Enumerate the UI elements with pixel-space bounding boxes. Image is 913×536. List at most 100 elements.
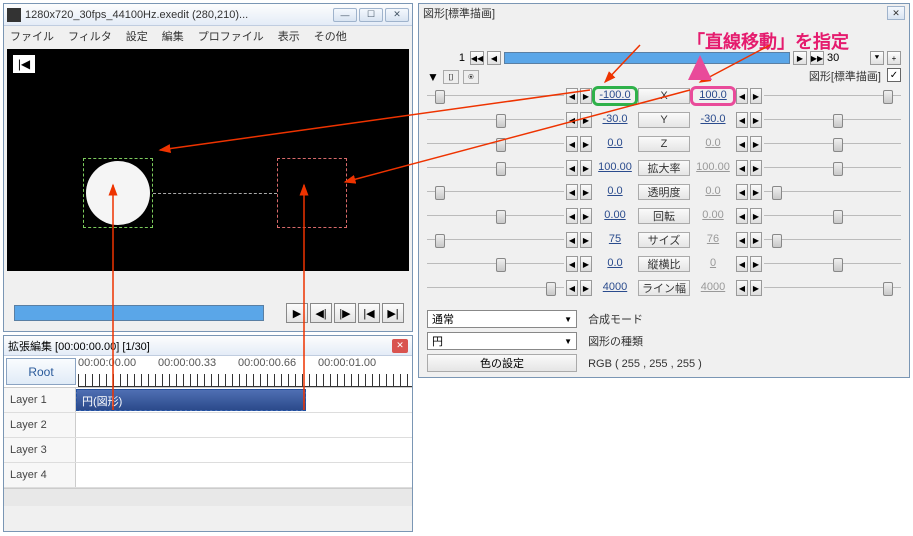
step-dec-button[interactable]: ◀: [566, 184, 578, 200]
value-left[interactable]: -100.0: [594, 88, 636, 104]
layer-track-4[interactable]: [76, 463, 412, 487]
step-dec-button[interactable]: ◀: [736, 280, 748, 296]
slider-left[interactable]: [427, 135, 564, 153]
close-button[interactable]: ✕: [385, 8, 409, 22]
value-right[interactable]: 4000: [692, 280, 734, 296]
root-button[interactable]: Root: [6, 358, 76, 385]
rewind-icon[interactable]: |◀: [13, 55, 35, 73]
value-left[interactable]: 0.00: [594, 208, 636, 224]
time-scale[interactable]: 00:00:00.00 00:00:00.33 00:00:00.66 00:0…: [78, 356, 412, 387]
slider-right[interactable]: [764, 183, 901, 201]
step-inc-button[interactable]: ▶: [580, 208, 592, 224]
value-right[interactable]: 100.0: [692, 88, 734, 104]
step-dec-button[interactable]: ◀: [736, 160, 748, 176]
value-left[interactable]: 0.0: [594, 136, 636, 152]
param-label[interactable]: 回転: [638, 208, 690, 224]
value-right[interactable]: 0: [692, 256, 734, 272]
step-inc-button[interactable]: ▶: [580, 136, 592, 152]
param-label[interactable]: 透明度: [638, 184, 690, 200]
step-dec-button[interactable]: ◀: [566, 160, 578, 176]
step-dec-button[interactable]: ◀: [566, 232, 578, 248]
play-button[interactable]: ▶: [286, 303, 308, 323]
step-dec-button[interactable]: ◀: [736, 208, 748, 224]
clip-circle[interactable]: 円(図形): [76, 389, 306, 411]
layer-label[interactable]: Layer 4: [4, 463, 76, 487]
param-label[interactable]: ライン幅: [638, 280, 690, 296]
property-close-button[interactable]: ✕: [887, 6, 905, 20]
minimize-button[interactable]: —: [333, 8, 357, 22]
maximize-button[interactable]: ☐: [359, 8, 383, 22]
param-label[interactable]: X: [638, 88, 690, 104]
slider-left[interactable]: [427, 255, 564, 273]
slider-right[interactable]: [764, 159, 901, 177]
step-back-button[interactable]: ◀|: [310, 303, 332, 323]
timeline-titlebar[interactable]: 拡張編集 [00:00:00.00] [1/30] ✕: [4, 336, 412, 356]
frame-first-button[interactable]: ◀◀: [470, 51, 484, 65]
add-button[interactable]: +: [887, 51, 901, 65]
step-dec-button[interactable]: ◀: [736, 88, 748, 104]
preview-titlebar[interactable]: 1280x720_30fps_44100Hz.exedit (280,210).…: [4, 4, 412, 26]
step-dec-button[interactable]: ◀: [566, 88, 578, 104]
step-inc-button[interactable]: ▶: [580, 112, 592, 128]
value-right[interactable]: 0.0: [692, 136, 734, 152]
camera-icon[interactable]: ⌷: [443, 70, 459, 84]
step-inc-button[interactable]: ▶: [750, 280, 762, 296]
value-right[interactable]: -30.0: [692, 112, 734, 128]
menu-settings[interactable]: 設定: [126, 28, 148, 44]
step-dec-button[interactable]: ◀: [736, 232, 748, 248]
slider-left[interactable]: [427, 231, 564, 249]
menu-view[interactable]: 表示: [278, 28, 300, 44]
step-inc-button[interactable]: ▶: [580, 256, 592, 272]
mode-checkbox[interactable]: ✓: [887, 68, 901, 82]
step-inc-button[interactable]: ▶: [750, 136, 762, 152]
mouse-icon[interactable]: ⍟: [463, 70, 479, 84]
preview-viewport[interactable]: |◀: [7, 49, 409, 271]
step-dec-button[interactable]: ◀: [736, 136, 748, 152]
frame-next-button[interactable]: ▶: [793, 51, 807, 65]
value-left[interactable]: 75: [594, 232, 636, 248]
layer-label[interactable]: Layer 1: [4, 388, 76, 412]
menu-profile[interactable]: プロファイル: [198, 28, 264, 44]
layer-label[interactable]: Layer 2: [4, 413, 76, 437]
layer-track-3[interactable]: [76, 438, 412, 462]
value-left[interactable]: 0.0: [594, 256, 636, 272]
slider-right[interactable]: [764, 87, 901, 105]
step-inc-button[interactable]: ▶: [750, 112, 762, 128]
slider-left[interactable]: [427, 279, 564, 297]
slider-right[interactable]: [764, 135, 901, 153]
timeline-ruler[interactable]: Root 00:00:00.00 00:00:00.33 00:00:00.66…: [4, 356, 412, 388]
to-start-button[interactable]: |◀: [358, 303, 380, 323]
value-right[interactable]: 0.0: [692, 184, 734, 200]
toggle-icon[interactable]: ▼: [427, 70, 439, 84]
frame-last-button[interactable]: ▶▶: [810, 51, 824, 65]
step-inc-button[interactable]: ▶: [580, 232, 592, 248]
step-dec-button[interactable]: ◀: [566, 112, 578, 128]
menu-edit[interactable]: 編集: [162, 28, 184, 44]
step-inc-button[interactable]: ▶: [750, 256, 762, 272]
blend-mode-select[interactable]: 通常▼: [427, 310, 577, 328]
value-left[interactable]: -30.0: [594, 112, 636, 128]
frame-slider[interactable]: [504, 52, 790, 64]
property-titlebar[interactable]: 図形[標準描画] ✕: [419, 4, 909, 22]
collapse-button[interactable]: ⯆: [870, 51, 884, 65]
layer-track-1[interactable]: 円(図形): [76, 388, 412, 412]
value-right[interactable]: 76: [692, 232, 734, 248]
step-inc-button[interactable]: ▶: [750, 88, 762, 104]
step-dec-button[interactable]: ◀: [736, 256, 748, 272]
step-dec-button[interactable]: ◀: [566, 136, 578, 152]
shape-type-select[interactable]: 円▼: [427, 332, 577, 350]
step-fwd-button[interactable]: |▶: [334, 303, 356, 323]
step-inc-button[interactable]: ▶: [580, 280, 592, 296]
value-right[interactable]: 0.00: [692, 208, 734, 224]
to-end-button[interactable]: ▶|: [382, 303, 404, 323]
step-inc-button[interactable]: ▶: [580, 160, 592, 176]
timeline-scrollbar[interactable]: [4, 488, 412, 506]
slider-left[interactable]: [427, 159, 564, 177]
slider-left[interactable]: [427, 207, 564, 225]
param-label[interactable]: サイズ: [638, 232, 690, 248]
menu-file[interactable]: ファイル: [10, 28, 54, 44]
param-label[interactable]: 拡大率: [638, 160, 690, 176]
slider-left[interactable]: [427, 87, 564, 105]
param-label[interactable]: 縦横比: [638, 256, 690, 272]
menu-filter[interactable]: フィルタ: [68, 28, 112, 44]
